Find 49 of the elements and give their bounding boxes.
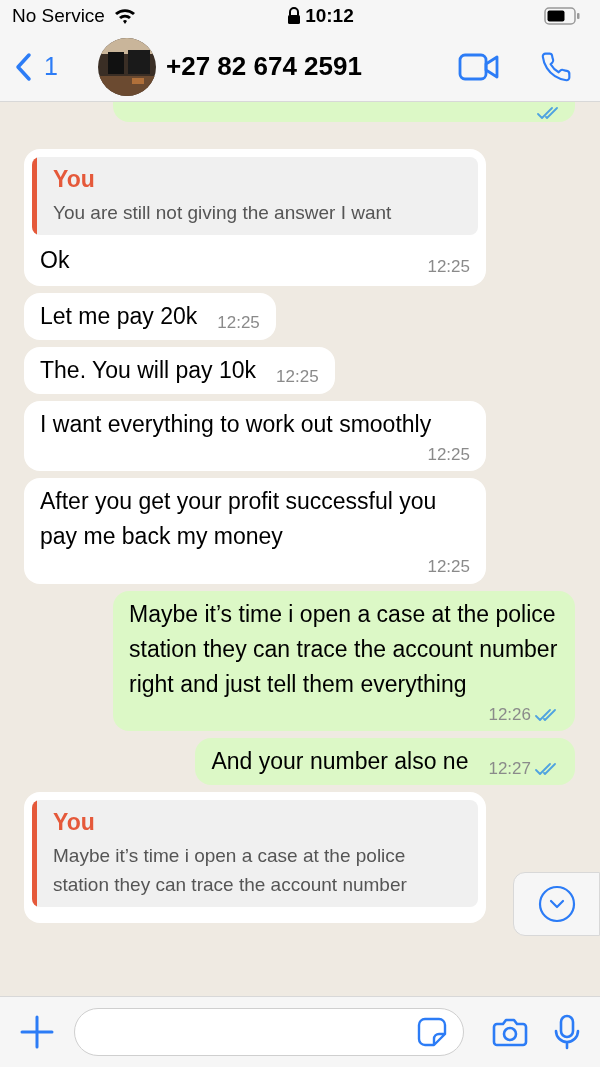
message-text: Let me pay 20k: [40, 301, 198, 331]
lock-icon: [287, 7, 302, 25]
message-text: I want everything to work out smoothly: [40, 409, 432, 439]
video-call-button[interactable]: [458, 52, 500, 81]
message-time: 12:25: [217, 312, 260, 335]
carrier-label: No Service: [12, 3, 105, 28]
message-text: After you get your profit successful you pay me back my money: [40, 487, 438, 552]
contact-name[interactable]: +27 82 674 2591: [166, 47, 458, 86]
microphone-icon: [554, 1014, 580, 1050]
received-message-bubble[interactable]: After you get your profit successful you pay me back my money 12:25: [24, 478, 486, 584]
video-camera-icon: [458, 52, 500, 81]
voice-call-button[interactable]: [540, 50, 572, 83]
camera-icon: [492, 1017, 528, 1047]
attach-button[interactable]: [20, 1015, 54, 1049]
quote-text: Maybe it’s time i open a case at the police station they can trace the account number: [53, 844, 408, 897]
received-message-bubble[interactable]: The. You will pay 10k 12:25: [24, 346, 335, 394]
message-text: Maybe it’s time i open a case at the police station they can trace the account number right and just tell them everything: [129, 599, 559, 699]
back-button[interactable]: 1: [14, 47, 98, 86]
quoted-message[interactable]: You Maybe it’s time i open a case at the police station they can trace the account number: [32, 800, 478, 907]
message-time: 12:25: [427, 556, 470, 579]
scroll-down-button[interactable]: [513, 872, 600, 936]
message-text: And your number also ne: [211, 747, 469, 777]
message-text: The. You will pay 10k: [40, 355, 257, 385]
sticker-icon[interactable]: [417, 1017, 447, 1047]
quoted-message[interactable]: You You are still not giving the answer I want: [32, 157, 478, 235]
plus-icon: [20, 1015, 54, 1049]
received-message-bubble[interactable]: Let me pay 20k 12:25: [24, 292, 276, 340]
message-time: 12:26: [488, 703, 531, 726]
battery-icon: [544, 7, 580, 25]
clock-time: 10:12: [305, 3, 354, 28]
camera-button[interactable]: [492, 1017, 528, 1047]
quote-text: You are still not giving the answer I want: [53, 200, 392, 225]
message-time: 12:27: [488, 757, 531, 780]
microphone-button[interactable]: [554, 1014, 580, 1050]
quote-author: You: [53, 165, 96, 194]
chevron-left-icon: [14, 51, 32, 82]
message-text: Ok: [40, 245, 70, 275]
received-message-bubble[interactable]: You You are still not giving the answer I want Ok 12:25: [24, 149, 486, 286]
received-message-bubble[interactable]: You Maybe it’s time i open a case at the police station they can trace the account number: [24, 792, 486, 923]
phone-icon: [540, 50, 572, 83]
message-time: 12:25: [276, 366, 319, 389]
received-message-bubble[interactable]: I want everything to work out smoothly 12:25: [24, 400, 486, 472]
message-input-field[interactable]: [74, 1008, 464, 1056]
sent-message-bubble[interactable]: Maybe it’s time i open a case at the police station they can trace the account number right and just tell them everything 12:26: [113, 590, 575, 732]
message-time: 12:25: [427, 256, 470, 279]
sent-message-bubble[interactable]: And your number also ne 12:27: [195, 738, 575, 786]
chevron-down-circle-icon: [537, 885, 576, 923]
quote-author: You: [53, 808, 96, 837]
message-time: 12:25: [427, 443, 470, 466]
